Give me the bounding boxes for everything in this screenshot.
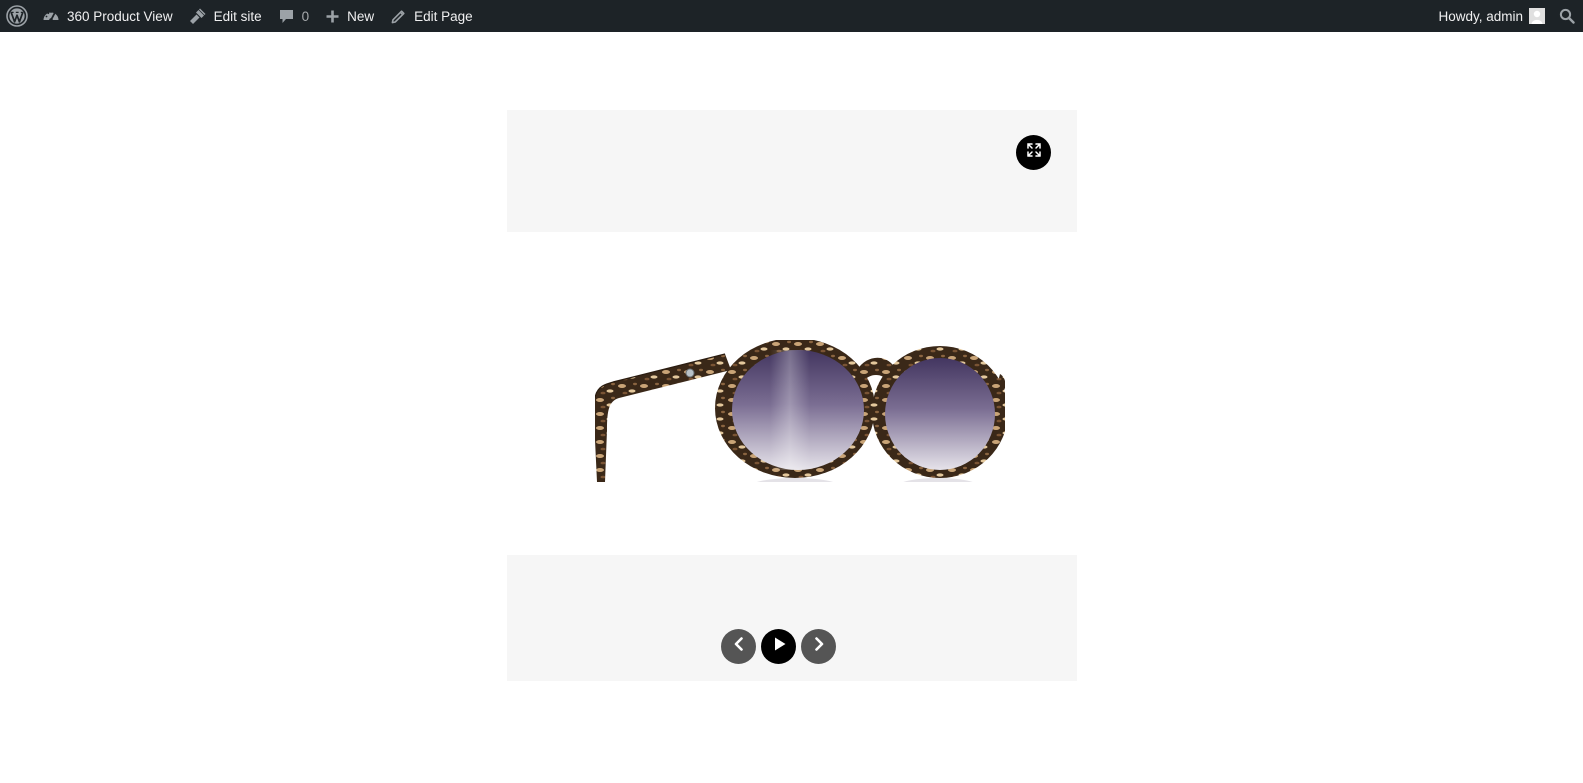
- fullscreen-expand-icon: [1026, 142, 1042, 163]
- site-name-label: 360 Product View: [67, 8, 173, 24]
- new-label: New: [347, 8, 375, 24]
- dashboard-icon: [42, 7, 60, 25]
- my-account-menu[interactable]: Howdy, admin: [1430, 0, 1553, 32]
- greeting-label: Howdy, admin: [1438, 8, 1523, 24]
- plus-icon: [325, 9, 340, 24]
- wordpress-menu[interactable]: [0, 0, 34, 32]
- site-name-menu[interactable]: 360 Product View: [34, 0, 181, 32]
- chevron-left-icon: [732, 637, 746, 656]
- viewer-top-panel: [507, 110, 1077, 232]
- brush-icon: [189, 7, 207, 25]
- admin-bar: 360 Product View Edit site 0 New Edit Pa…: [0, 0, 1583, 32]
- admin-bar-left: 360 Product View Edit site 0 New Edit Pa…: [0, 0, 481, 32]
- product-360-viewer[interactable]: [507, 110, 1077, 681]
- viewer-controls: [721, 629, 836, 665]
- search-icon: [1559, 8, 1575, 24]
- pencil-icon: [390, 8, 407, 25]
- edit-site-link[interactable]: Edit site: [181, 0, 270, 32]
- next-frame-button[interactable]: [801, 629, 836, 664]
- comments-count: 0: [301, 8, 310, 24]
- user-avatar: [1529, 8, 1545, 24]
- fullscreen-button[interactable]: [1016, 135, 1051, 170]
- previous-frame-button[interactable]: [721, 629, 756, 664]
- edit-page-label: Edit Page: [414, 8, 473, 24]
- comment-bubble-icon: [278, 8, 295, 25]
- admin-bar-search[interactable]: [1553, 0, 1583, 32]
- product-image[interactable]: [595, 340, 1005, 488]
- play-button[interactable]: [761, 629, 796, 664]
- edit-page-link[interactable]: Edit Page: [382, 0, 481, 32]
- comments-link[interactable]: 0: [270, 0, 318, 32]
- new-content-menu[interactable]: New: [317, 0, 382, 32]
- edit-site-label: Edit site: [213, 8, 262, 24]
- admin-bar-right: Howdy, admin: [1430, 0, 1583, 32]
- wordpress-logo-icon: [6, 5, 28, 27]
- chevron-right-icon: [812, 637, 826, 656]
- play-icon: [771, 636, 787, 657]
